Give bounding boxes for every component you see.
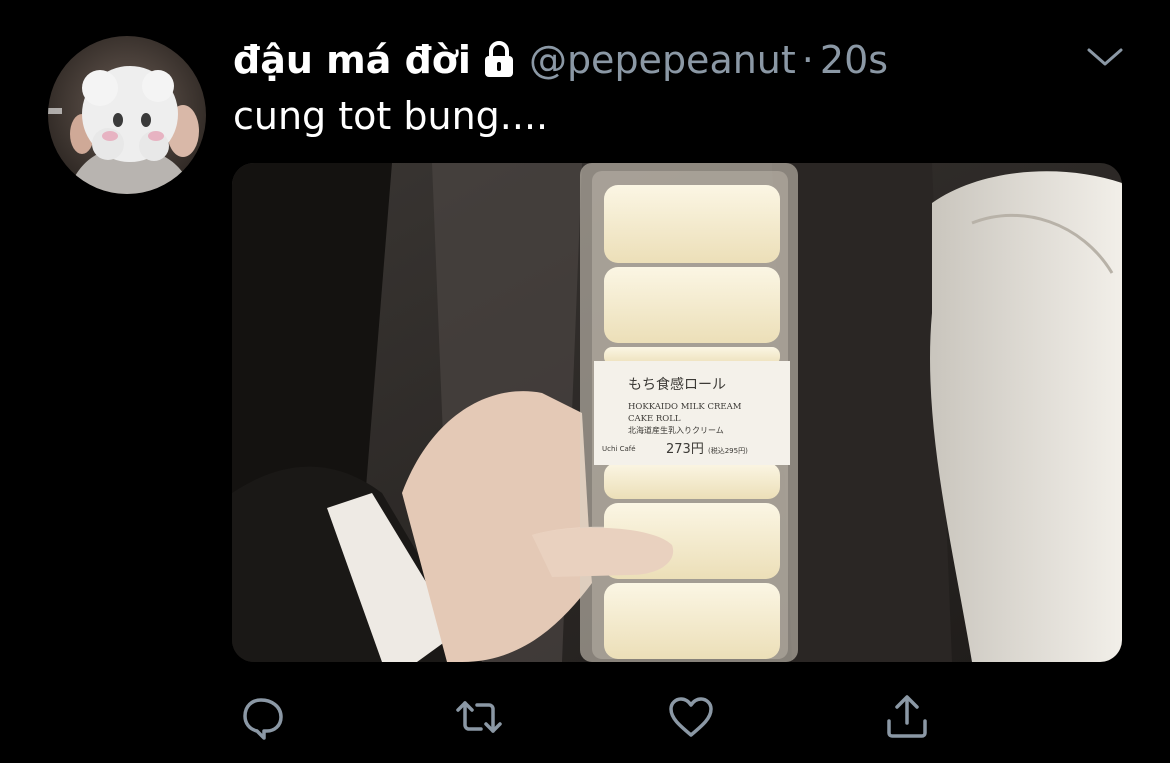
tweet-text: cung tot bung....	[233, 94, 549, 138]
package-label-en-2: CAKE ROLL	[628, 414, 681, 424]
price-tax-label: (税込295円)	[708, 446, 748, 455]
package-label-jp: もち食感ロール	[628, 376, 726, 393]
separator-dot: ·	[801, 38, 814, 82]
tweet: đậu má đời @pepepeanut · 20s cung tot bu…	[0, 0, 1170, 763]
tweet-actions	[0, 690, 1170, 750]
reply-icon	[243, 698, 283, 740]
display-name[interactable]: đậu má đời	[233, 38, 471, 82]
share-button[interactable]	[880, 690, 934, 744]
lock-icon	[483, 41, 515, 79]
timestamp[interactable]: 20s	[820, 38, 888, 82]
share-icon	[887, 695, 927, 738]
heart-icon	[669, 697, 713, 737]
reply-button[interactable]	[236, 690, 290, 744]
brand-label: Uchi Café	[602, 445, 636, 453]
like-button[interactable]	[664, 690, 718, 744]
user-handle[interactable]: @pepepeanut	[529, 38, 796, 82]
retweet-button[interactable]	[452, 690, 506, 744]
package-sub-jp: 北海道産生乳入りクリーム	[628, 425, 724, 435]
chevron-down-icon[interactable]	[1086, 42, 1124, 72]
retweet-icon	[456, 701, 502, 733]
tweet-media-image[interactable]: もち食感ロール HOKKAIDO MILK CREAM CAKE ROLL 北海…	[232, 163, 1122, 662]
tweet-header: đậu má đời @pepepeanut · 20s	[233, 30, 888, 90]
price-label: 273円	[666, 442, 704, 457]
package-label-en-1: HOKKAIDO MILK CREAM	[628, 402, 742, 412]
avatar[interactable]	[48, 36, 206, 194]
